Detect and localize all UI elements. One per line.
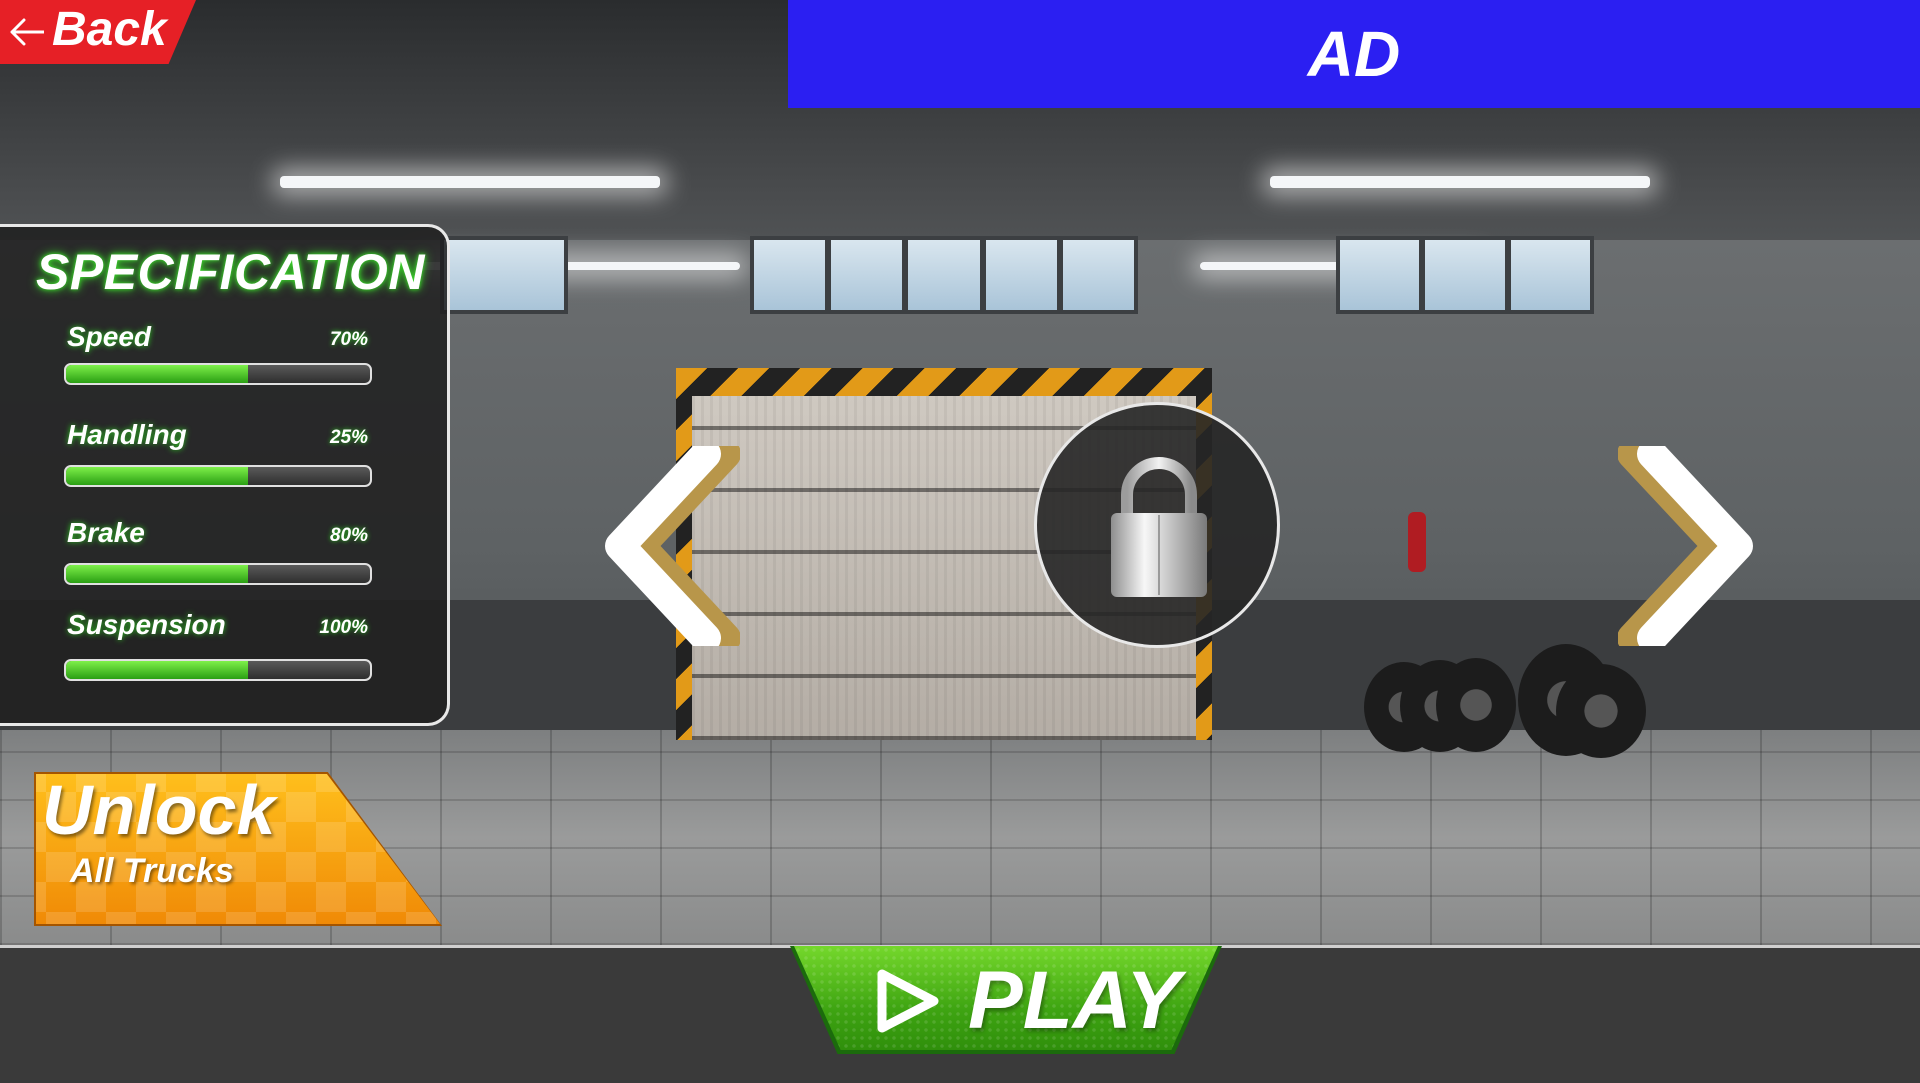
unlock-subtitle: All Trucks (70, 852, 234, 890)
tire (1436, 658, 1516, 752)
stat-bar (64, 363, 372, 385)
play-label: PLAY (968, 955, 1181, 1046)
stat-bar (64, 659, 372, 681)
wall-window (440, 236, 568, 314)
stat-value: 25% (329, 427, 368, 448)
ceiling-lamp (280, 176, 660, 188)
locked-truck-indicator (1034, 402, 1280, 648)
stat-value: 80% (329, 525, 368, 546)
arrow-left-icon (10, 18, 44, 46)
back-button[interactable]: Back (0, 0, 196, 64)
ad-label: AD (1307, 18, 1401, 90)
tire (1556, 664, 1646, 758)
specification-title: SPECIFICATION (36, 244, 425, 300)
play-icon (877, 969, 939, 1033)
stat-value: 100% (319, 617, 368, 638)
back-label: Back (52, 3, 167, 56)
stat-bar-fill (66, 365, 249, 383)
stat-bar (64, 465, 372, 487)
wall-window (750, 236, 1138, 314)
stat-name: Suspension (67, 609, 226, 640)
unlock-title: Unlock (42, 771, 276, 849)
stat-value: 70% (329, 329, 368, 350)
stat-name: Brake (67, 517, 145, 548)
stat-bar-fill (66, 565, 249, 583)
stat-bar (64, 563, 372, 585)
specification-panel: SPECIFICATION Speed 70% Handling 25% Bra… (0, 224, 450, 726)
next-truck-button[interactable] (1618, 446, 1778, 646)
previous-truck-button[interactable] (580, 446, 740, 646)
padlock-icon (1111, 457, 1207, 597)
chevron-right-icon (1618, 446, 1753, 646)
stat-name: Handling (67, 419, 187, 450)
ceiling-lamp (1270, 176, 1650, 188)
play-button[interactable]: PLAY (790, 946, 1222, 1054)
stat-bar-fill (66, 661, 249, 679)
play-button-face: PLAY (794, 946, 1218, 1050)
stat-name: Speed (67, 321, 152, 352)
stat-bar-fill (66, 467, 249, 485)
fire-extinguisher (1408, 512, 1426, 572)
chevron-left-icon (605, 446, 740, 646)
ad-banner[interactable]: AD (788, 0, 1920, 108)
wall-window (1336, 236, 1594, 314)
